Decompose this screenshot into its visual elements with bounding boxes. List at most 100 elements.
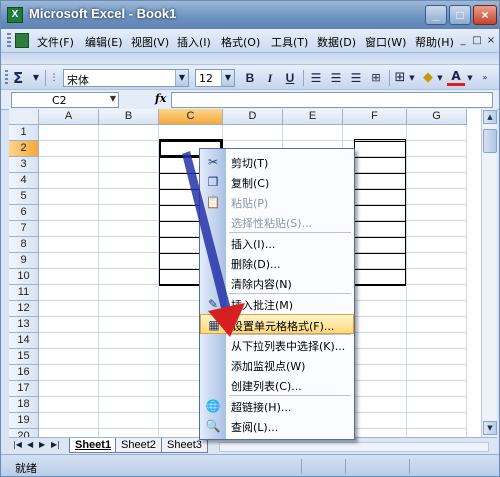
chevron-down-icon[interactable]: ▼ [175, 70, 188, 86]
minimize-button[interactable]: _ [425, 5, 447, 25]
horizontal-scrollbar[interactable] [219, 442, 489, 452]
row-header-1[interactable]: 1 [9, 125, 39, 141]
context-item-12[interactable]: 🌐 超链接(H)... [200, 396, 354, 416]
select-all-corner[interactable] [9, 109, 39, 125]
context-item-13[interactable]: 🔍 查阅(L)... [200, 416, 354, 436]
row-header-20[interactable]: 20 [9, 429, 39, 437]
align-left-icon[interactable]: ☰ [307, 69, 325, 87]
menu-edit[interactable]: 编辑(E) [85, 34, 123, 50]
autosum-icon[interactable]: Σ [13, 69, 23, 87]
bordered-cell[interactable] [354, 269, 406, 286]
menu-view[interactable]: 视图(V) [131, 34, 169, 50]
chevron-down-icon[interactable]: ▼ [110, 94, 116, 103]
bordered-cell[interactable] [354, 253, 406, 270]
toolbar-options-icon[interactable]: » [479, 69, 491, 87]
scroll-down-icon[interactable]: ▼ [483, 421, 497, 435]
context-item-7[interactable]: ✎ 插入批注(M) [200, 294, 354, 314]
vertical-scrollbar[interactable]: ▲ ▼ [481, 109, 497, 437]
first-sheet-icon[interactable]: |◀ [13, 440, 22, 449]
formula-input[interactable] [171, 92, 493, 108]
column-header-f[interactable]: F [343, 109, 407, 125]
italic-button[interactable]: I [261, 69, 279, 87]
excel-app-icon[interactable]: X [7, 7, 23, 23]
row-header-11[interactable]: 11 [9, 285, 39, 301]
row-header-12[interactable]: 12 [9, 301, 39, 317]
mdi-restore-button[interactable]: □ [471, 35, 483, 47]
row-header-14[interactable]: 14 [9, 333, 39, 349]
row-header-19[interactable]: 19 [9, 413, 39, 429]
column-header-d[interactable]: D [223, 109, 283, 125]
row-header-7[interactable]: 7 [9, 221, 39, 237]
scroll-up-icon[interactable]: ▲ [483, 110, 497, 124]
bordered-cell[interactable] [354, 221, 406, 238]
borders-dropdown-icon[interactable]: ▼ [407, 69, 417, 87]
font-color-dropdown-icon[interactable]: ▼ [465, 69, 475, 87]
next-sheet-icon[interactable]: ▶ [39, 440, 45, 449]
close-button[interactable]: × [473, 5, 497, 25]
bordered-cell[interactable] [354, 205, 406, 222]
column-header-c[interactable]: C [159, 109, 223, 125]
context-item-5[interactable]: 删除(D)... [200, 253, 354, 273]
scroll-thumb[interactable] [483, 129, 497, 153]
bordered-cell[interactable] [354, 189, 406, 206]
row-header-2[interactable]: 2 [9, 141, 39, 157]
autosum-dropdown-icon[interactable]: ▼ [31, 69, 41, 87]
last-sheet-icon[interactable]: ▶| [51, 440, 60, 449]
context-item-6[interactable]: 清除内容(N) [200, 273, 354, 293]
menu-tools[interactable]: 工具(T) [271, 34, 308, 50]
bordered-cell[interactable] [354, 157, 406, 174]
bordered-cell[interactable] [354, 173, 406, 190]
row-header-13[interactable]: 13 [9, 317, 39, 333]
column-header-e[interactable]: E [283, 109, 343, 125]
toolbar-grip[interactable] [5, 70, 8, 86]
column-header-g[interactable]: G [407, 109, 467, 125]
fill-color-dropdown-icon[interactable]: ▼ [435, 69, 445, 87]
chevron-down-icon[interactable]: ▼ [221, 70, 234, 86]
menu-file[interactable]: 文件(F) [37, 34, 74, 50]
title-bar[interactable]: X Microsoft Excel - Book1 _ □ × [1, 1, 499, 29]
menu-format[interactable]: 格式(O) [221, 34, 260, 50]
context-item-10[interactable]: 添加监视点(W) [200, 355, 354, 375]
bordered-cell[interactable] [354, 237, 406, 254]
context-item-4[interactable]: 插入(I)... [200, 233, 354, 253]
context-item-9[interactable]: 从下拉列表中选择(K)... [200, 335, 354, 355]
mdi-minimize-button[interactable]: _ [457, 35, 469, 47]
row-header-3[interactable]: 3 [9, 157, 39, 173]
column-header-a[interactable]: A [39, 109, 99, 125]
row-header-4[interactable]: 4 [9, 173, 39, 189]
row-header-9[interactable]: 9 [9, 253, 39, 269]
tab-sheet2[interactable]: Sheet2 [115, 438, 162, 453]
align-right-icon[interactable]: ☰ [347, 69, 365, 87]
row-header-6[interactable]: 6 [9, 205, 39, 221]
mdi-close-button[interactable]: × [485, 35, 497, 47]
row-header-18[interactable]: 18 [9, 397, 39, 413]
context-item-8[interactable]: ▦ 设置单元格格式(F)... [200, 314, 354, 334]
insert-function-icon[interactable]: fx [155, 92, 166, 105]
context-item-11[interactable]: 创建列表(C)... [200, 375, 354, 395]
tab-sheet1[interactable]: Sheet1 [69, 438, 118, 453]
font-color-icon[interactable]: A [447, 69, 465, 86]
underline-button[interactable]: U [281, 69, 299, 87]
prev-sheet-icon[interactable]: ◀ [27, 440, 33, 449]
maximize-button[interactable]: □ [449, 5, 471, 25]
row-header-10[interactable]: 10 [9, 269, 39, 285]
bold-button[interactable]: B [241, 69, 259, 87]
row-header-15[interactable]: 15 [9, 349, 39, 365]
menu-window[interactable]: 窗口(W) [365, 34, 406, 50]
menu-help[interactable]: 帮助(H) [415, 34, 454, 50]
context-item-0[interactable]: ✂ 剪切(T) [200, 152, 354, 172]
menu-insert[interactable]: 插入(I) [177, 34, 211, 50]
workbook-icon[interactable] [15, 33, 29, 48]
font-size-combo[interactable]: 12 ▼ [195, 69, 235, 87]
row-header-8[interactable]: 8 [9, 237, 39, 253]
name-box[interactable]: C2 ▼ [11, 92, 119, 108]
font-name-combo[interactable]: 宋体 ▼ [63, 69, 189, 87]
menu-data[interactable]: 数据(D) [317, 34, 356, 50]
menubar-grip[interactable] [7, 33, 11, 49]
tab-sheet3[interactable]: Sheet3 [161, 438, 208, 453]
merge-center-icon[interactable]: ⊞ [367, 69, 385, 87]
row-header-16[interactable]: 16 [9, 365, 39, 381]
context-item-1[interactable]: ❐ 复制(C) [200, 172, 354, 192]
row-header-5[interactable]: 5 [9, 189, 39, 205]
column-header-b[interactable]: B [99, 109, 159, 125]
